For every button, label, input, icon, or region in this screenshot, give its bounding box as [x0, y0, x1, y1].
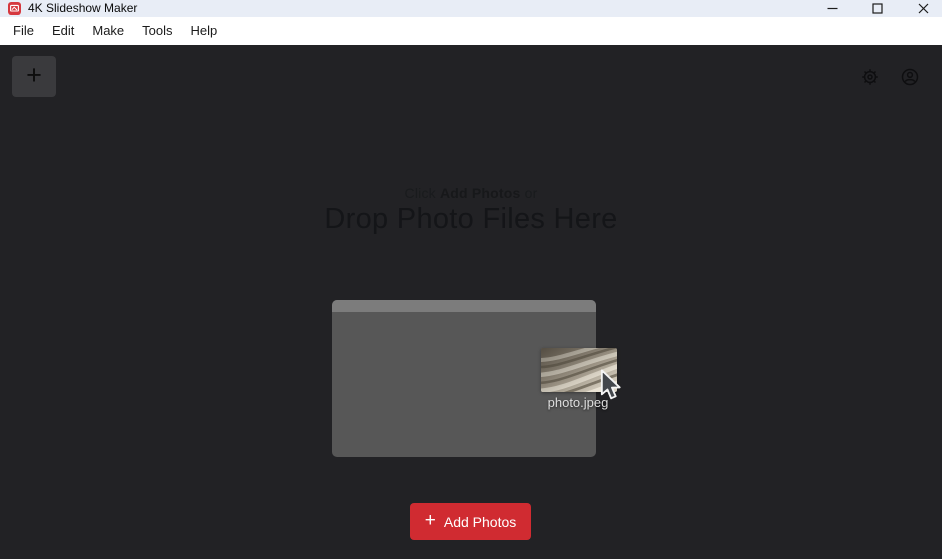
- menu-bar: File Edit Make Tools Help: [0, 17, 942, 45]
- empty-state-hint: Click Add Photos or: [0, 185, 942, 201]
- content-area: + Click Add Photos or Drop Photo Files H…: [0, 45, 942, 559]
- menu-make[interactable]: Make: [83, 17, 133, 45]
- arrow-cursor-icon: [600, 369, 621, 400]
- app-logo-icon: [8, 2, 21, 15]
- menu-tools[interactable]: Tools: [133, 17, 181, 45]
- menu-help[interactable]: Help: [182, 17, 227, 45]
- add-photos-button[interactable]: + Add Photos: [410, 503, 531, 540]
- empty-state-headline: Drop Photo Files Here: [324, 203, 618, 235]
- titlebar[interactable]: 4K Slideshow Maker: [0, 0, 942, 17]
- hint-suffix: or: [524, 185, 538, 201]
- minimize-icon: [827, 7, 837, 10]
- close-button[interactable]: [908, 0, 938, 17]
- hint-add-photos: Add Photos: [439, 185, 521, 201]
- window-title: 4K Slideshow Maker: [28, 1, 138, 15]
- close-icon: [918, 3, 928, 14]
- plus-icon: +: [424, 510, 436, 531]
- maximize-button[interactable]: [862, 0, 892, 17]
- plus-icon: +: [26, 59, 42, 90]
- add-photos-label: Add Photos: [443, 513, 517, 530]
- hint-prefix: Click: [404, 185, 436, 201]
- drop-card-header: [332, 300, 596, 312]
- menu-file[interactable]: File: [4, 17, 43, 45]
- settings-gear-icon[interactable]: [861, 68, 879, 86]
- minimize-button[interactable]: [817, 0, 847, 17]
- menu-edit[interactable]: Edit: [43, 17, 83, 45]
- maximize-icon: [871, 3, 883, 14]
- account-user-icon[interactable]: [901, 68, 919, 86]
- add-photos-tile-button[interactable]: +: [12, 56, 56, 97]
